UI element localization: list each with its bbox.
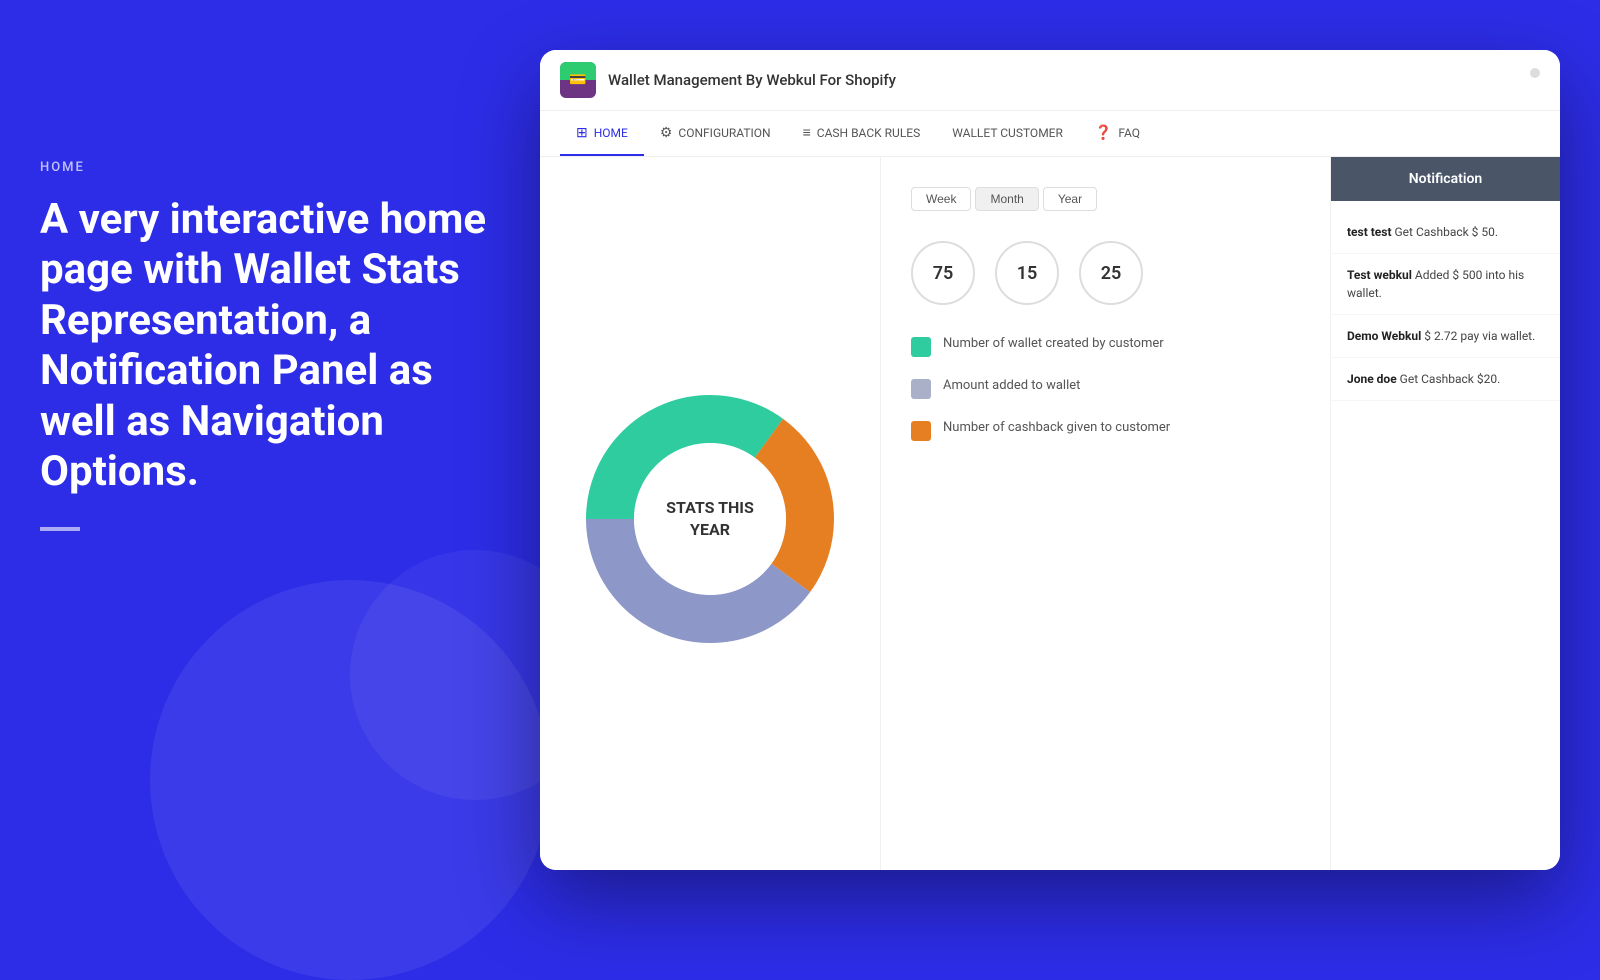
nav-item-cashback-rules[interactable]: ≡ CASH BACK RULES (787, 111, 937, 156)
configuration-icon: ⚙ (660, 125, 673, 141)
legend-label-3: Number of cashback given to customer (943, 419, 1170, 437)
legend-item-2: Amount added to wallet (911, 377, 1300, 399)
notif-item-2: Test webkul Added $ 500 into his wallet. (1331, 254, 1560, 315)
faq-icon: ❓ (1095, 125, 1112, 141)
notif-user-1: test test (1347, 225, 1392, 239)
home-label: HOME (40, 160, 500, 175)
notification-header: Notification (1331, 157, 1560, 201)
donut-chart: STATS THIS YEAR (570, 379, 850, 659)
notif-item-1: test test Get Cashback $ 50. (1331, 211, 1560, 254)
legend-label-1: Number of wallet created by customer (943, 335, 1164, 353)
nav-bar: ⊞ HOME ⚙ CONFIGURATION ≡ CASH BACK RULES… (540, 111, 1560, 157)
nav-item-faq[interactable]: ❓ FAQ (1079, 111, 1156, 156)
stats-section: Week Month Year 75 15 25 Number of walle… (880, 157, 1330, 870)
legend-dot-gray (911, 379, 931, 399)
legend-label-2: Amount added to wallet (943, 377, 1080, 395)
chart-center-text: STATS THIS YEAR (666, 497, 754, 542)
left-panel: HOME A very interactive home page with W… (40, 160, 500, 531)
nav-item-configuration[interactable]: ⚙ CONFIGURATION (644, 111, 787, 156)
stat-circle-3: 25 (1079, 241, 1143, 305)
divider (40, 527, 80, 531)
legend-item-3: Number of cashback given to customer (911, 419, 1300, 441)
title-bar: 💳 Wallet Management By Webkul For Shopif… (540, 50, 1560, 111)
cashback-icon: ≡ (803, 124, 811, 141)
notif-user-3: Demo Webkul (1347, 329, 1421, 343)
headline: A very interactive home page with Wallet… (40, 195, 500, 497)
chart-section: STATS THIS YEAR (540, 157, 880, 870)
notification-list: test test Get Cashback $ 50. Test webkul… (1331, 201, 1560, 411)
stat-circles: 75 15 25 (911, 241, 1300, 305)
notif-user-4: Jone doe (1347, 372, 1397, 386)
notif-item-4: Jone doe Get Cashback $20. (1331, 358, 1560, 401)
app-window: 💳 Wallet Management By Webkul For Shopif… (540, 50, 1560, 870)
legend-dot-orange (911, 421, 931, 441)
year-filter-btn[interactable]: Year (1043, 187, 1097, 211)
home-icon: ⊞ (576, 125, 588, 141)
legend-dot-teal (911, 337, 931, 357)
week-filter-btn[interactable]: Week (911, 187, 971, 211)
stat-circle-2: 15 (995, 241, 1059, 305)
month-filter-btn[interactable]: Month (975, 187, 1038, 211)
window-controls (1530, 68, 1540, 78)
notif-user-2: Test webkul (1347, 268, 1412, 282)
app-title: Wallet Management By Webkul For Shopify (608, 71, 896, 89)
time-filters: Week Month Year (911, 187, 1300, 211)
legend-item-1: Number of wallet created by customer (911, 335, 1300, 357)
notification-panel: Notification test test Get Cashback $ 50… (1330, 157, 1560, 870)
stat-circle-1: 75 (911, 241, 975, 305)
legend: Number of wallet created by customer Amo… (911, 335, 1300, 441)
nav-item-home[interactable]: ⊞ HOME (560, 111, 644, 156)
nav-item-wallet-customer[interactable]: WALLET CUSTOMER (936, 111, 1079, 156)
app-logo: 💳 (560, 62, 596, 98)
notif-item-3: Demo Webkul $ 2.72 pay via wallet. (1331, 315, 1560, 358)
main-content: STATS THIS YEAR Week Month Year 75 15 25… (540, 157, 1560, 870)
